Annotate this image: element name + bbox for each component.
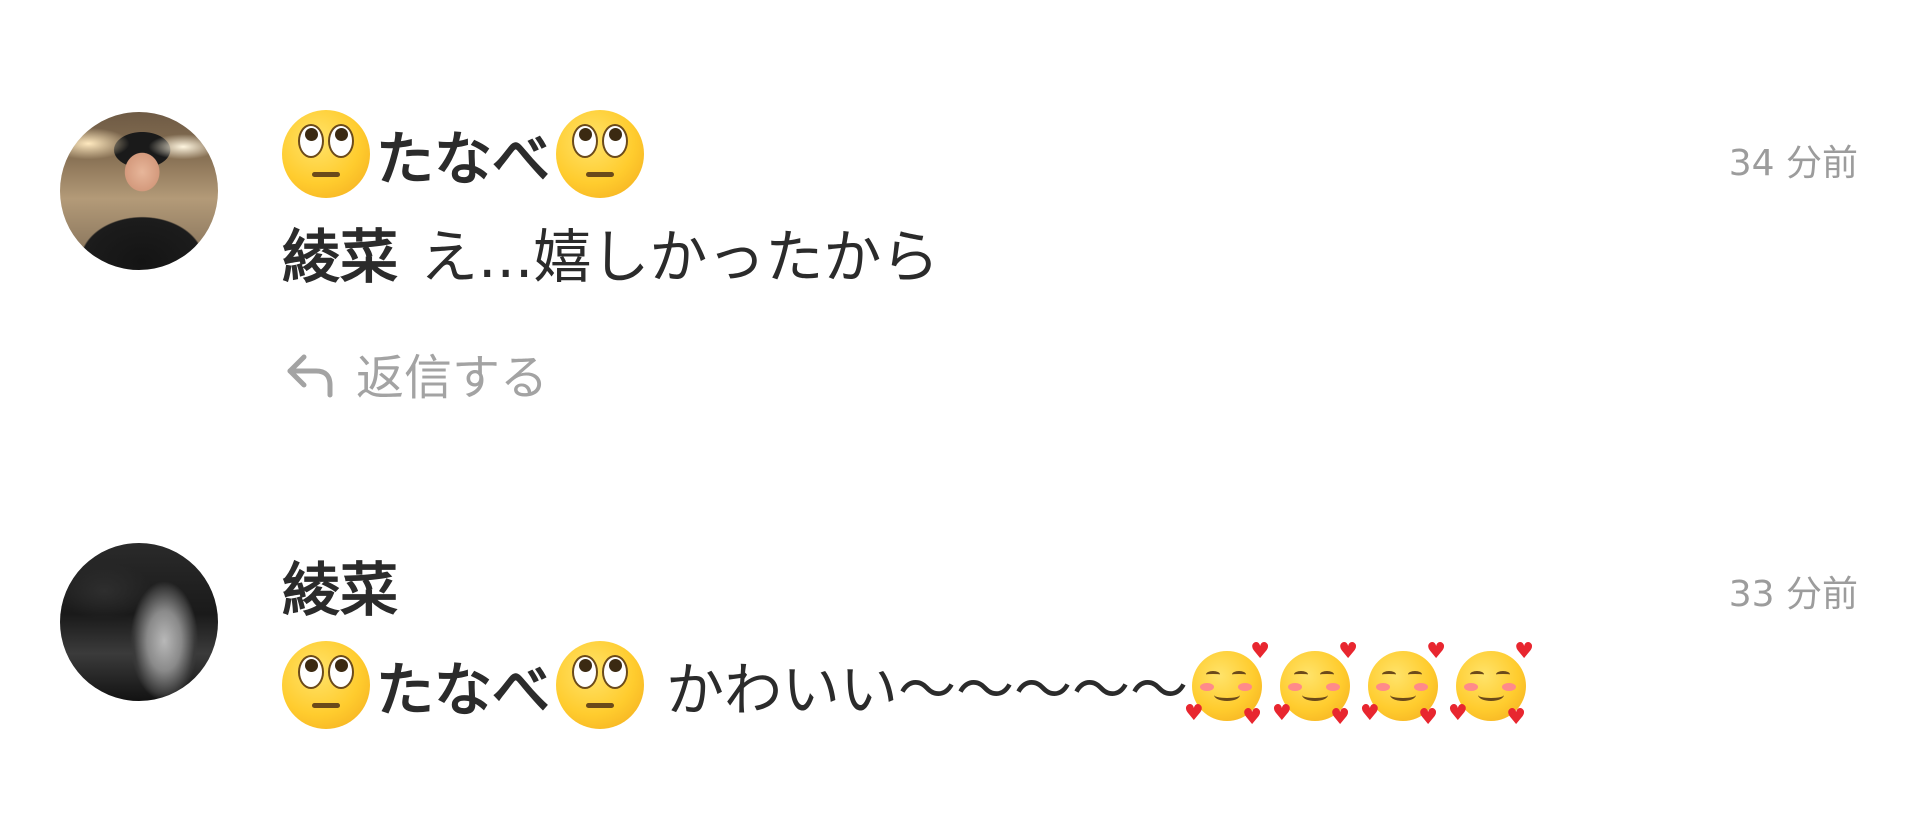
avatar[interactable] (60, 543, 218, 701)
author-name[interactable]: たなべ (282, 110, 645, 198)
comment-text: 綾菜 え...嬉しかったから (282, 210, 1862, 294)
comment-timestamp: 33 分前 (1728, 574, 1858, 615)
smiling-face-with-hearts-icon: ♥ ♥ ♥ (1184, 639, 1271, 730)
rolling-eyes-emoji-icon (556, 641, 645, 729)
mention-text: たなべ (376, 656, 551, 724)
smiling-face-with-hearts-icon: ♥ ♥ ♥ (1448, 639, 1535, 730)
mention[interactable]: たなべ (282, 641, 645, 729)
reply-label: 返信する (356, 350, 549, 406)
comment-body: たなべ 34 分前 綾菜 え...嬉しかったから 返信する (282, 110, 1862, 408)
comment-body: 綾菜 33 分前 たなべ かわいい〜〜〜〜〜 ♥ ♥ ♥ ♥ ♥ ♥ ♥ ♥ ♥… (282, 543, 1862, 729)
comment-header: 綾菜 33 分前 (282, 543, 1862, 627)
rolling-eyes-emoji-icon (556, 110, 645, 198)
author-name-text: たなべ (376, 125, 551, 193)
comment-timestamp: 34 分前 (1728, 143, 1858, 184)
comment-header: たなべ 34 分前 (282, 110, 1862, 198)
comment-thread: たなべ 34 分前 綾菜 え...嬉しかったから 返信する 綾菜 33 分前 た… (0, 0, 1920, 816)
smiling-face-with-hearts-icon: ♥ ♥ ♥ (1272, 639, 1359, 730)
reply-arrow-icon (287, 354, 333, 398)
mention[interactable]: 綾菜 (282, 210, 398, 294)
author-name[interactable]: 綾菜 (282, 543, 398, 627)
comment-message: かわいい〜〜〜〜〜 (666, 656, 1189, 724)
avatar[interactable] (60, 112, 218, 270)
reply-button[interactable]: 返信する (282, 338, 1862, 408)
smiling-face-with-hearts-icon: ♥ ♥ ♥ (1360, 639, 1447, 730)
comment-text: たなべ かわいい〜〜〜〜〜 ♥ ♥ ♥ ♥ ♥ ♥ ♥ ♥ ♥ ♥ ♥ ♥ (282, 641, 1862, 729)
rolling-eyes-emoji-icon (282, 110, 370, 198)
author-name-text: 綾菜 (282, 556, 399, 624)
comment-message: え...嬉しかったから (420, 223, 940, 291)
rolling-eyes-emoji-icon (282, 641, 370, 729)
